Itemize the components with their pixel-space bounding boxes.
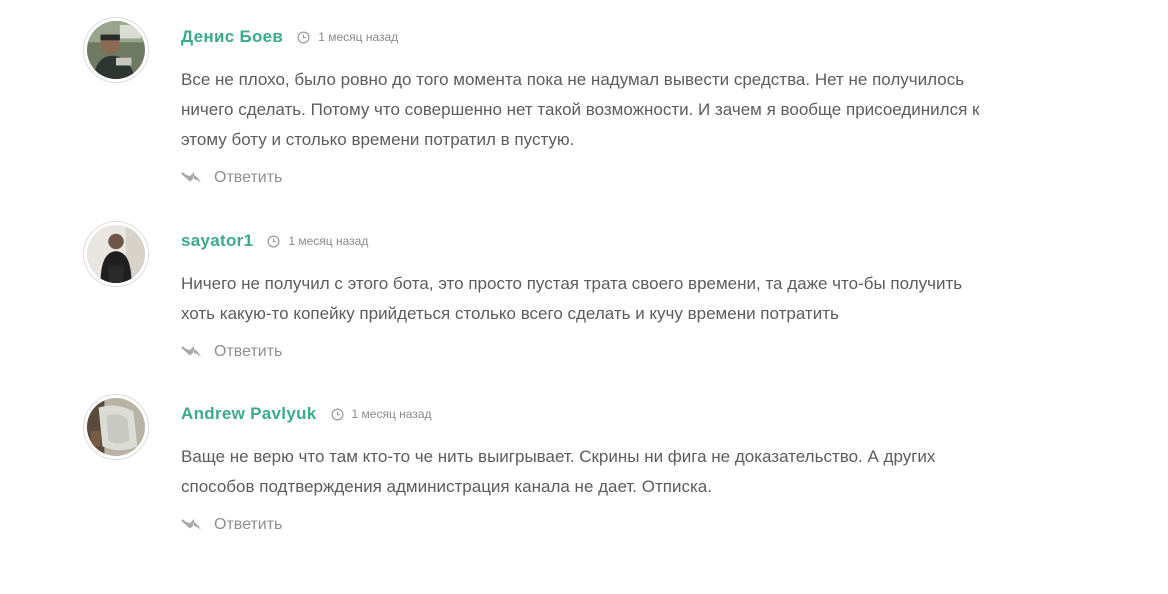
reply-button[interactable]: Ответить (181, 516, 282, 534)
comment-text-line: Ваще не верю что там кто-то че нить выиг… (181, 447, 936, 466)
reply-button[interactable]: Ответить (181, 169, 282, 187)
reply-label: Ответить (214, 169, 283, 186)
reply-label: Ответить (214, 343, 283, 360)
comment-text: Все не плохо, было ровно до того момента… (181, 65, 1041, 155)
comment-author[interactable]: Andrew Pavlyuk (181, 404, 317, 424)
reply-arrow-icon (181, 519, 201, 530)
reply-button[interactable]: Ответить (181, 343, 282, 361)
comment-text: Ваще не верю что там кто-то че нить выиг… (181, 442, 1041, 502)
comment-time-label: 1 месяц назад (318, 30, 399, 44)
clock-icon (331, 408, 344, 420)
avatar-photo (87, 398, 145, 456)
comment-time[interactable]: 1 месяц назад (331, 407, 432, 421)
comment-time[interactable]: 1 месяц назад (267, 234, 368, 248)
clock-icon (267, 235, 280, 247)
comment-text-line: хоть какую-то копейку прийдеться столько… (181, 304, 839, 323)
comment-author[interactable]: sayator1 (181, 231, 253, 251)
comment-text-line: Ничего не получил с этого бота, это прос… (181, 274, 963, 293)
comment-time-label: 1 месяц назад (351, 407, 432, 421)
comment-text: Ничего не получил с этого бота, это прос… (181, 269, 1041, 329)
avatar-photo (87, 225, 145, 283)
reply-arrow-icon (181, 172, 201, 183)
comment-time[interactable]: 1 месяц назад (297, 30, 398, 44)
reply-arrow-icon (181, 346, 201, 357)
comment-text-line: Все не плохо, было ровно до того момента… (181, 70, 965, 89)
reply-label: Ответить (214, 516, 283, 533)
avatar[interactable] (83, 17, 149, 83)
avatar[interactable] (83, 394, 149, 460)
avatar[interactable] (83, 221, 149, 287)
comment-time-label: 1 месяц назад (288, 234, 369, 248)
avatar-photo (87, 21, 145, 79)
comment-text-line: способов подтверждения администрация кан… (181, 477, 712, 496)
comment-author[interactable]: Денис Боев (181, 27, 283, 47)
comment-text-line: ничего сделать. Потому что совершенно не… (181, 100, 980, 119)
comment-text-line: этому боту и столько времени потратил в … (181, 130, 575, 149)
clock-icon (297, 31, 310, 43)
